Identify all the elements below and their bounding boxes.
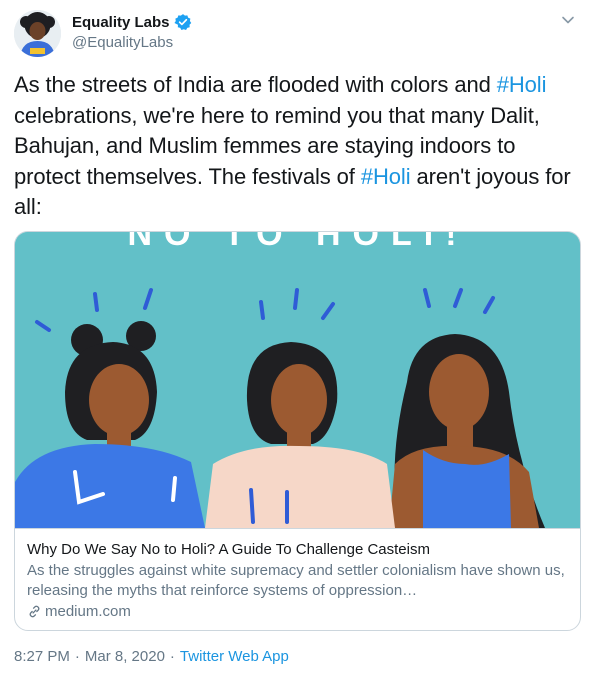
card-domain[interactable]: medium.com: [27, 603, 570, 620]
card-meta[interactable]: Why Do We Say No to Holi? A Guide To Cha…: [15, 528, 580, 630]
tweet-time[interactable]: 8:27 PM: [14, 648, 70, 665]
card-domain-text[interactable]: medium.com: [45, 603, 131, 620]
display-name[interactable]: Equality Labs: [72, 14, 170, 31]
card-image-banner-text: NO TO HOLI!: [127, 232, 468, 253]
tweet-header: Equality Labs @EqualityLabs: [14, 8, 582, 60]
card-description: As the struggles against white supremacy…: [27, 562, 565, 599]
chevron-down-icon[interactable]: [560, 12, 576, 28]
link-icon: [27, 604, 42, 619]
link-preview-card[interactable]: NO TO HOLI! Why Do We Say No to Holi? A …: [14, 231, 581, 631]
user-names: Equality Labs @EqualityLabs: [72, 12, 192, 51]
avatar[interactable]: [14, 10, 61, 57]
tweet-text-part: As the streets of India are flooded with…: [14, 72, 497, 97]
verified-badge-icon: [173, 13, 192, 31]
separator: ·: [169, 648, 175, 665]
card-title[interactable]: Why Do We Say No to Holi? A Guide To Cha…: [27, 540, 570, 559]
tweet: Equality Labs @EqualityLabs As the stree…: [0, 0, 591, 684]
tweet-source-link[interactable]: Twitter Web App: [180, 648, 289, 665]
tweet-date[interactable]: Mar 8, 2020: [85, 648, 165, 665]
card-image[interactable]: NO TO HOLI!: [15, 232, 580, 528]
user-handle[interactable]: @EqualityLabs: [72, 34, 192, 51]
display-name-row: Equality Labs: [72, 12, 192, 32]
tweet-footer: 8:27 PM · Mar 8, 2020 · Twitter Web App: [14, 648, 289, 665]
hashtag-link[interactable]: #Holi: [361, 164, 411, 189]
hashtag-link[interactable]: #Holi: [497, 72, 547, 97]
separator: ·: [74, 648, 80, 665]
tweet-text: As the streets of India are flooded with…: [14, 70, 574, 223]
